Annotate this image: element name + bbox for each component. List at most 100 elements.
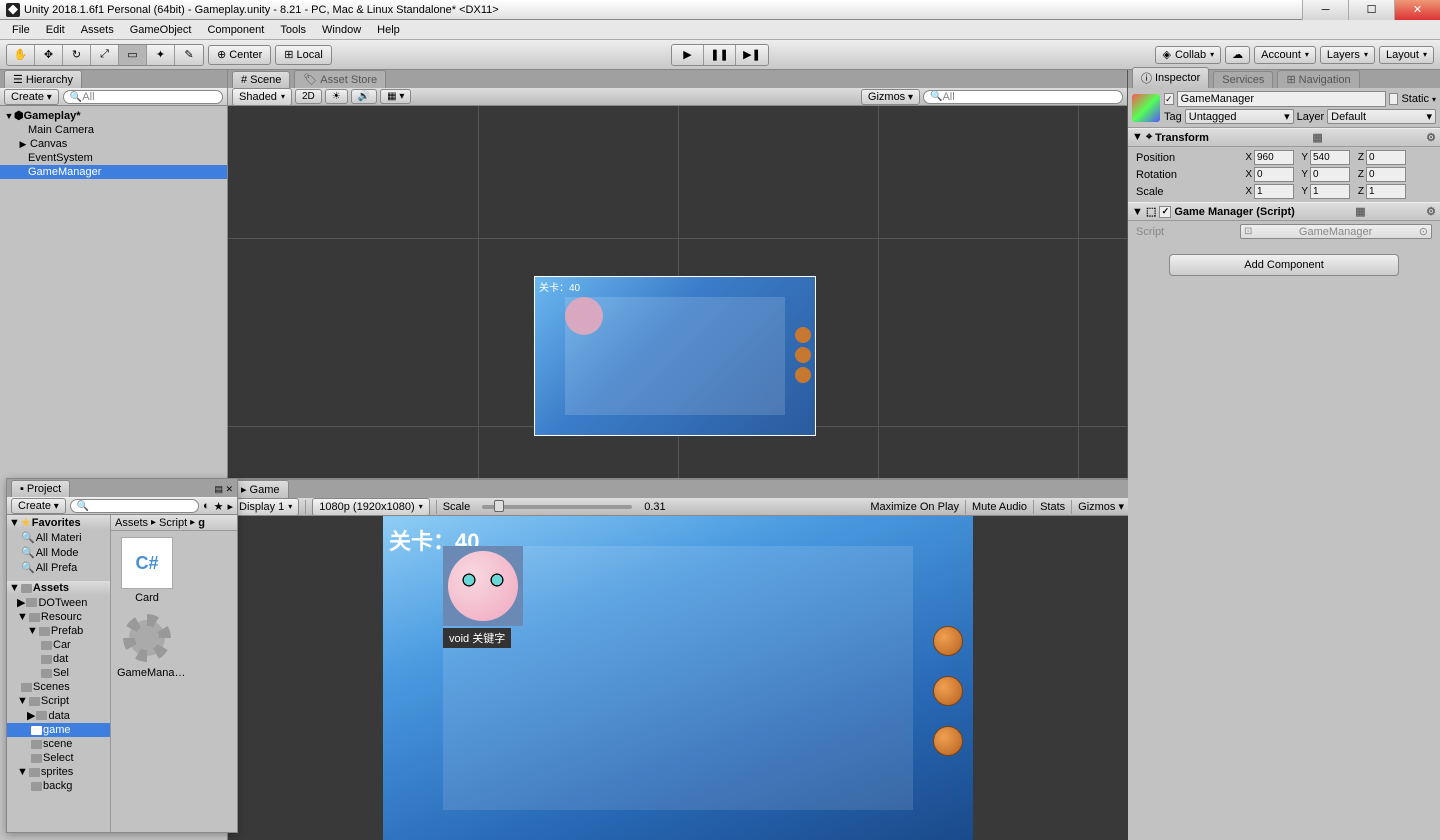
scene-2d-toggle[interactable]: 2D: [295, 89, 322, 104]
folder-item[interactable]: dat: [7, 652, 110, 666]
layer-dropdown[interactable]: Default▾: [1327, 109, 1436, 124]
scene-shading-dropdown[interactable]: Shaded ▾: [232, 88, 292, 106]
step-button[interactable]: ▶❚: [736, 45, 768, 65]
scene-tab[interactable]: # Scene: [232, 71, 290, 88]
project-create-button[interactable]: Create ▾: [11, 498, 66, 514]
folder-item[interactable]: Car: [7, 638, 110, 652]
folder-item[interactable]: backg: [7, 779, 110, 793]
scene-fx-toggle[interactable]: ▦ ▾: [380, 89, 411, 104]
game-menu-button[interactable]: [933, 626, 963, 656]
folder-item[interactable]: scene: [7, 737, 110, 751]
menu-edit[interactable]: Edit: [38, 22, 73, 38]
project-panel-options-icon[interactable]: ▤ ✕: [210, 482, 237, 497]
scale-y-field[interactable]: [1310, 184, 1350, 199]
pivot-local-toggle[interactable]: ⊞ Local: [275, 45, 332, 65]
collab-dropdown[interactable]: ◈ Collab ▾: [1155, 46, 1221, 64]
transform-tool[interactable]: ✦: [147, 45, 175, 65]
scene-view[interactable]: # Scene 🏷 Asset Store Shaded ▾ 2D ☀ 🔊 ▦ …: [228, 70, 1128, 478]
window-minimize-button[interactable]: ─: [1302, 0, 1348, 20]
transform-component-header[interactable]: ▼ ⌖ Transform ▦ ⚙: [1128, 128, 1440, 147]
asset-store-tab[interactable]: 🏷 Asset Store: [294, 70, 386, 88]
hierarchy-item-selected[interactable]: GameManager: [0, 165, 227, 179]
rotation-x-field[interactable]: [1254, 167, 1294, 182]
transform-settings-icon[interactable]: ⚙: [1426, 131, 1436, 144]
folder-item-selected[interactable]: game: [7, 723, 110, 737]
menu-file[interactable]: File: [4, 22, 38, 38]
scene-gizmos-dropdown[interactable]: Gizmos ▾: [861, 89, 920, 105]
folder-item[interactable]: ▼Resourc: [7, 610, 110, 624]
gameobject-name-field[interactable]: [1177, 91, 1386, 107]
menu-assets[interactable]: Assets: [73, 22, 122, 38]
scene-side-button[interactable]: [795, 347, 811, 363]
folder-item[interactable]: Select: [7, 751, 110, 765]
project-filter-icon[interactable]: ◐: [203, 500, 210, 512]
project-tab[interactable]: ▪ Project: [11, 480, 70, 497]
folder-item[interactable]: ▼Script: [7, 694, 110, 708]
inspector-tab[interactable]: ⓘ Inspector: [1132, 67, 1209, 88]
hierarchy-scene-root[interactable]: ▼⬢ Gameplay*: [0, 108, 227, 123]
gameobject-icon[interactable]: [1132, 94, 1160, 122]
script-help-icon[interactable]: ▦: [1355, 205, 1365, 218]
hierarchy-item[interactable]: Main Camera: [0, 123, 227, 137]
position-x-field[interactable]: [1254, 150, 1294, 165]
scale-tool[interactable]: ⤢: [91, 45, 119, 65]
layout-dropdown[interactable]: Layout ▾: [1379, 46, 1434, 64]
pivot-center-toggle[interactable]: ⊕ Center: [208, 45, 271, 65]
game-gizmos-dropdown[interactable]: Gizmos ▾: [1078, 500, 1124, 513]
scene-canvas-rect[interactable]: 关卡：40: [534, 276, 816, 436]
hierarchy-item[interactable]: ▶Canvas: [0, 137, 227, 151]
scene-audio-toggle[interactable]: 🔊: [351, 89, 377, 104]
project-search[interactable]: 🔍: [70, 499, 199, 513]
asset-item[interactable]: C# Card: [117, 537, 177, 604]
favorites-item[interactable]: 🔍All Materi: [7, 530, 110, 545]
hierarchy-search[interactable]: 🔍 All: [63, 90, 223, 104]
rect-tool[interactable]: ▭: [119, 45, 147, 65]
project-save-search-icon[interactable]: ▸: [227, 500, 233, 513]
script-settings-icon[interactable]: ⚙: [1426, 205, 1436, 218]
folder-item[interactable]: ▶DOTween: [7, 595, 110, 610]
folder-item[interactable]: Scenes: [7, 680, 110, 694]
scene-search[interactable]: 🔍 All: [923, 90, 1123, 104]
game-info-button[interactable]: [933, 726, 963, 756]
hierarchy-create-button[interactable]: Create ▾: [4, 89, 59, 105]
assets-header[interactable]: ▼Assets: [7, 581, 110, 595]
add-component-button[interactable]: Add Component: [1169, 254, 1399, 276]
menu-window[interactable]: Window: [314, 22, 369, 38]
game-resolution-dropdown[interactable]: 1080p (1920x1080) ▾: [312, 498, 429, 516]
move-tool[interactable]: ✥: [35, 45, 63, 65]
folder-item[interactable]: Sel: [7, 666, 110, 680]
gameobject-active-checkbox[interactable]: ✓: [1164, 93, 1174, 105]
menu-gameobject[interactable]: GameObject: [122, 22, 200, 38]
hierarchy-item[interactable]: EventSystem: [0, 151, 227, 165]
scene-side-button[interactable]: [795, 367, 811, 383]
script-component-header[interactable]: ▼ ⬚ ✓ Game Manager (Script) ▦ ⚙: [1128, 202, 1440, 221]
scene-side-button[interactable]: [795, 327, 811, 343]
hand-tool[interactable]: ✋: [7, 45, 35, 65]
rotate-tool[interactable]: ↻: [63, 45, 91, 65]
game-music-button[interactable]: [933, 676, 963, 706]
favorites-header[interactable]: ▼★Favorites: [7, 515, 110, 530]
scale-z-field[interactable]: [1366, 184, 1406, 199]
menu-tools[interactable]: Tools: [272, 22, 314, 38]
folder-item[interactable]: ▼Prefab: [7, 624, 110, 638]
custom-tool[interactable]: ✎: [175, 45, 203, 65]
scene-card-sprite[interactable]: [565, 297, 603, 335]
asset-item[interactable]: GameMana…: [117, 612, 177, 679]
tag-dropdown[interactable]: Untagged▾: [1185, 109, 1294, 124]
game-scale-slider[interactable]: [482, 505, 632, 509]
position-z-field[interactable]: [1366, 150, 1406, 165]
scene-canvas[interactable]: 关卡：40: [228, 106, 1127, 478]
favorites-item[interactable]: 🔍All Prefa: [7, 560, 110, 575]
static-checkbox[interactable]: [1389, 93, 1399, 105]
menu-component[interactable]: Component: [199, 22, 272, 38]
script-enabled-checkbox[interactable]: ✓: [1159, 206, 1171, 218]
project-filter-icon[interactable]: ★: [214, 500, 224, 513]
game-display-dropdown[interactable]: Display 1 ▾: [232, 498, 299, 516]
window-close-button[interactable]: ✕: [1394, 0, 1440, 20]
game-tab[interactable]: ▸ Game: [232, 480, 289, 498]
rotation-z-field[interactable]: [1366, 167, 1406, 182]
services-tab[interactable]: Services: [1213, 71, 1273, 88]
game-card[interactable]: [443, 546, 523, 626]
game-canvas[interactable]: 关卡：40 void 关键字: [228, 516, 1128, 840]
game-maximize-toggle[interactable]: Maximize On Play: [870, 501, 959, 513]
